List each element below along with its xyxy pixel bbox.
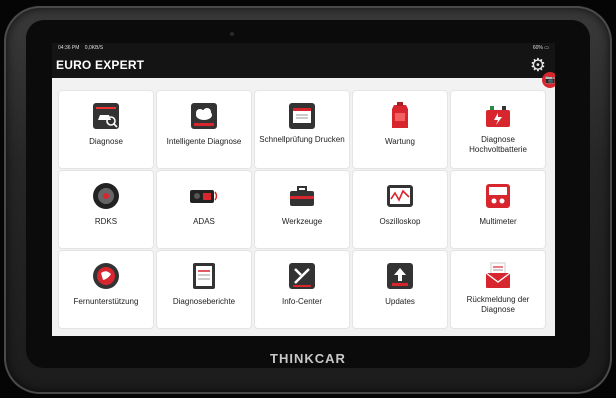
tile-label: Schnellprüfung Drucken xyxy=(259,135,345,144)
battery-icon: ▭ xyxy=(544,44,549,51)
app-title: EURO EXPERT xyxy=(56,58,145,72)
print-report-icon xyxy=(287,101,317,131)
info-center-icon xyxy=(287,261,317,291)
toolbox-icon xyxy=(287,181,317,211)
status-network: 0,0KB/S xyxy=(84,44,104,51)
tile-fernunterstuetzung[interactable]: Fernunterstützung xyxy=(59,251,153,328)
tile-diagnoseberichte[interactable]: Diagnoseberichte xyxy=(157,251,251,328)
device-brand: THINKCAR xyxy=(270,351,346,366)
tile-label: Oszilloskop xyxy=(379,217,421,226)
status-left: 04:36 PM 0,0KB/S xyxy=(58,45,107,51)
tile-label: Fernunterstützung xyxy=(73,297,139,306)
tile-label: Diagnose xyxy=(89,137,123,146)
tile-label: Diagnoseberichte xyxy=(172,297,236,306)
oil-can-icon xyxy=(385,101,415,131)
tile-label: Intelligente Diagnose xyxy=(166,137,242,146)
tile-wartung[interactable]: Wartung xyxy=(353,91,447,168)
tile-multimeter[interactable]: Multimeter xyxy=(451,171,545,248)
tile-label: Diagnose Hochvoltbatterie xyxy=(469,135,527,154)
status-right: 60% ▭ xyxy=(533,45,549,51)
tile-werkzeuge[interactable]: Werkzeuge xyxy=(255,171,349,248)
tile-rueckmeldung-der-diagnose[interactable]: Rückmeldung der Diagnose xyxy=(451,251,545,328)
oscilloscope-icon xyxy=(385,181,415,211)
front-camera xyxy=(230,32,234,36)
tile-rdks[interactable]: RDKS xyxy=(59,171,153,248)
hv-battery-icon xyxy=(483,101,513,131)
remote-globe-icon xyxy=(91,261,121,291)
tile-diagnose-hochvoltbatterie[interactable]: Diagnose Hochvoltbatterie xyxy=(451,91,545,168)
tile-intelligente-diagnose[interactable]: Intelligente Diagnose xyxy=(157,91,251,168)
screenshot-camera-icon[interactable]: 📷 xyxy=(542,72,555,88)
tile-label: RDKS xyxy=(94,217,118,226)
tile-diagnose[interactable]: Diagnose xyxy=(59,91,153,168)
car-magnifier-icon xyxy=(91,101,121,131)
tile-oszilloskop[interactable]: Oszilloskop xyxy=(353,171,447,248)
cloud-diagnosis-icon xyxy=(189,101,219,131)
feedback-envelope-icon xyxy=(483,261,513,291)
tile-label: Wartung xyxy=(385,137,415,146)
tile-label: Rückmeldung der Diagnose xyxy=(466,295,530,314)
tile-label: Updates xyxy=(385,297,415,306)
tile-adas[interactable]: ADAS xyxy=(157,171,251,248)
tile-label: Multimeter xyxy=(479,217,517,226)
upload-icon xyxy=(385,261,415,291)
tile-updates[interactable]: Updates xyxy=(353,251,447,328)
report-document-icon xyxy=(189,261,219,291)
tile-info-center[interactable]: Info-Center xyxy=(255,251,349,328)
app-bar: EURO EXPERT ⚙ 📷 xyxy=(52,52,555,88)
tile-label: Info-Center xyxy=(281,297,323,306)
status-time: 04:36 PM xyxy=(58,44,80,51)
tile-label: ADAS xyxy=(193,217,215,226)
tablet-screen: 04:36 PM 0,0KB/S 60% ▭ EURO EXPERT ⚙ 📷 D… xyxy=(52,43,555,336)
tile-schnellpruefung-drucken[interactable]: Schnellprüfung Drucken xyxy=(255,91,349,168)
tile-label: Werkzeuge xyxy=(281,217,323,226)
adas-camera-icon xyxy=(189,181,219,211)
gear-icon[interactable]: ⚙ xyxy=(529,56,547,74)
status-battery: 60% xyxy=(532,44,543,51)
function-grid: Diagnose Intelligente Diagnose Schnellpr… xyxy=(52,78,555,336)
multimeter-icon xyxy=(483,181,513,211)
tire-icon xyxy=(91,181,121,211)
status-bar: 04:36 PM 0,0KB/S 60% ▭ xyxy=(52,43,555,52)
